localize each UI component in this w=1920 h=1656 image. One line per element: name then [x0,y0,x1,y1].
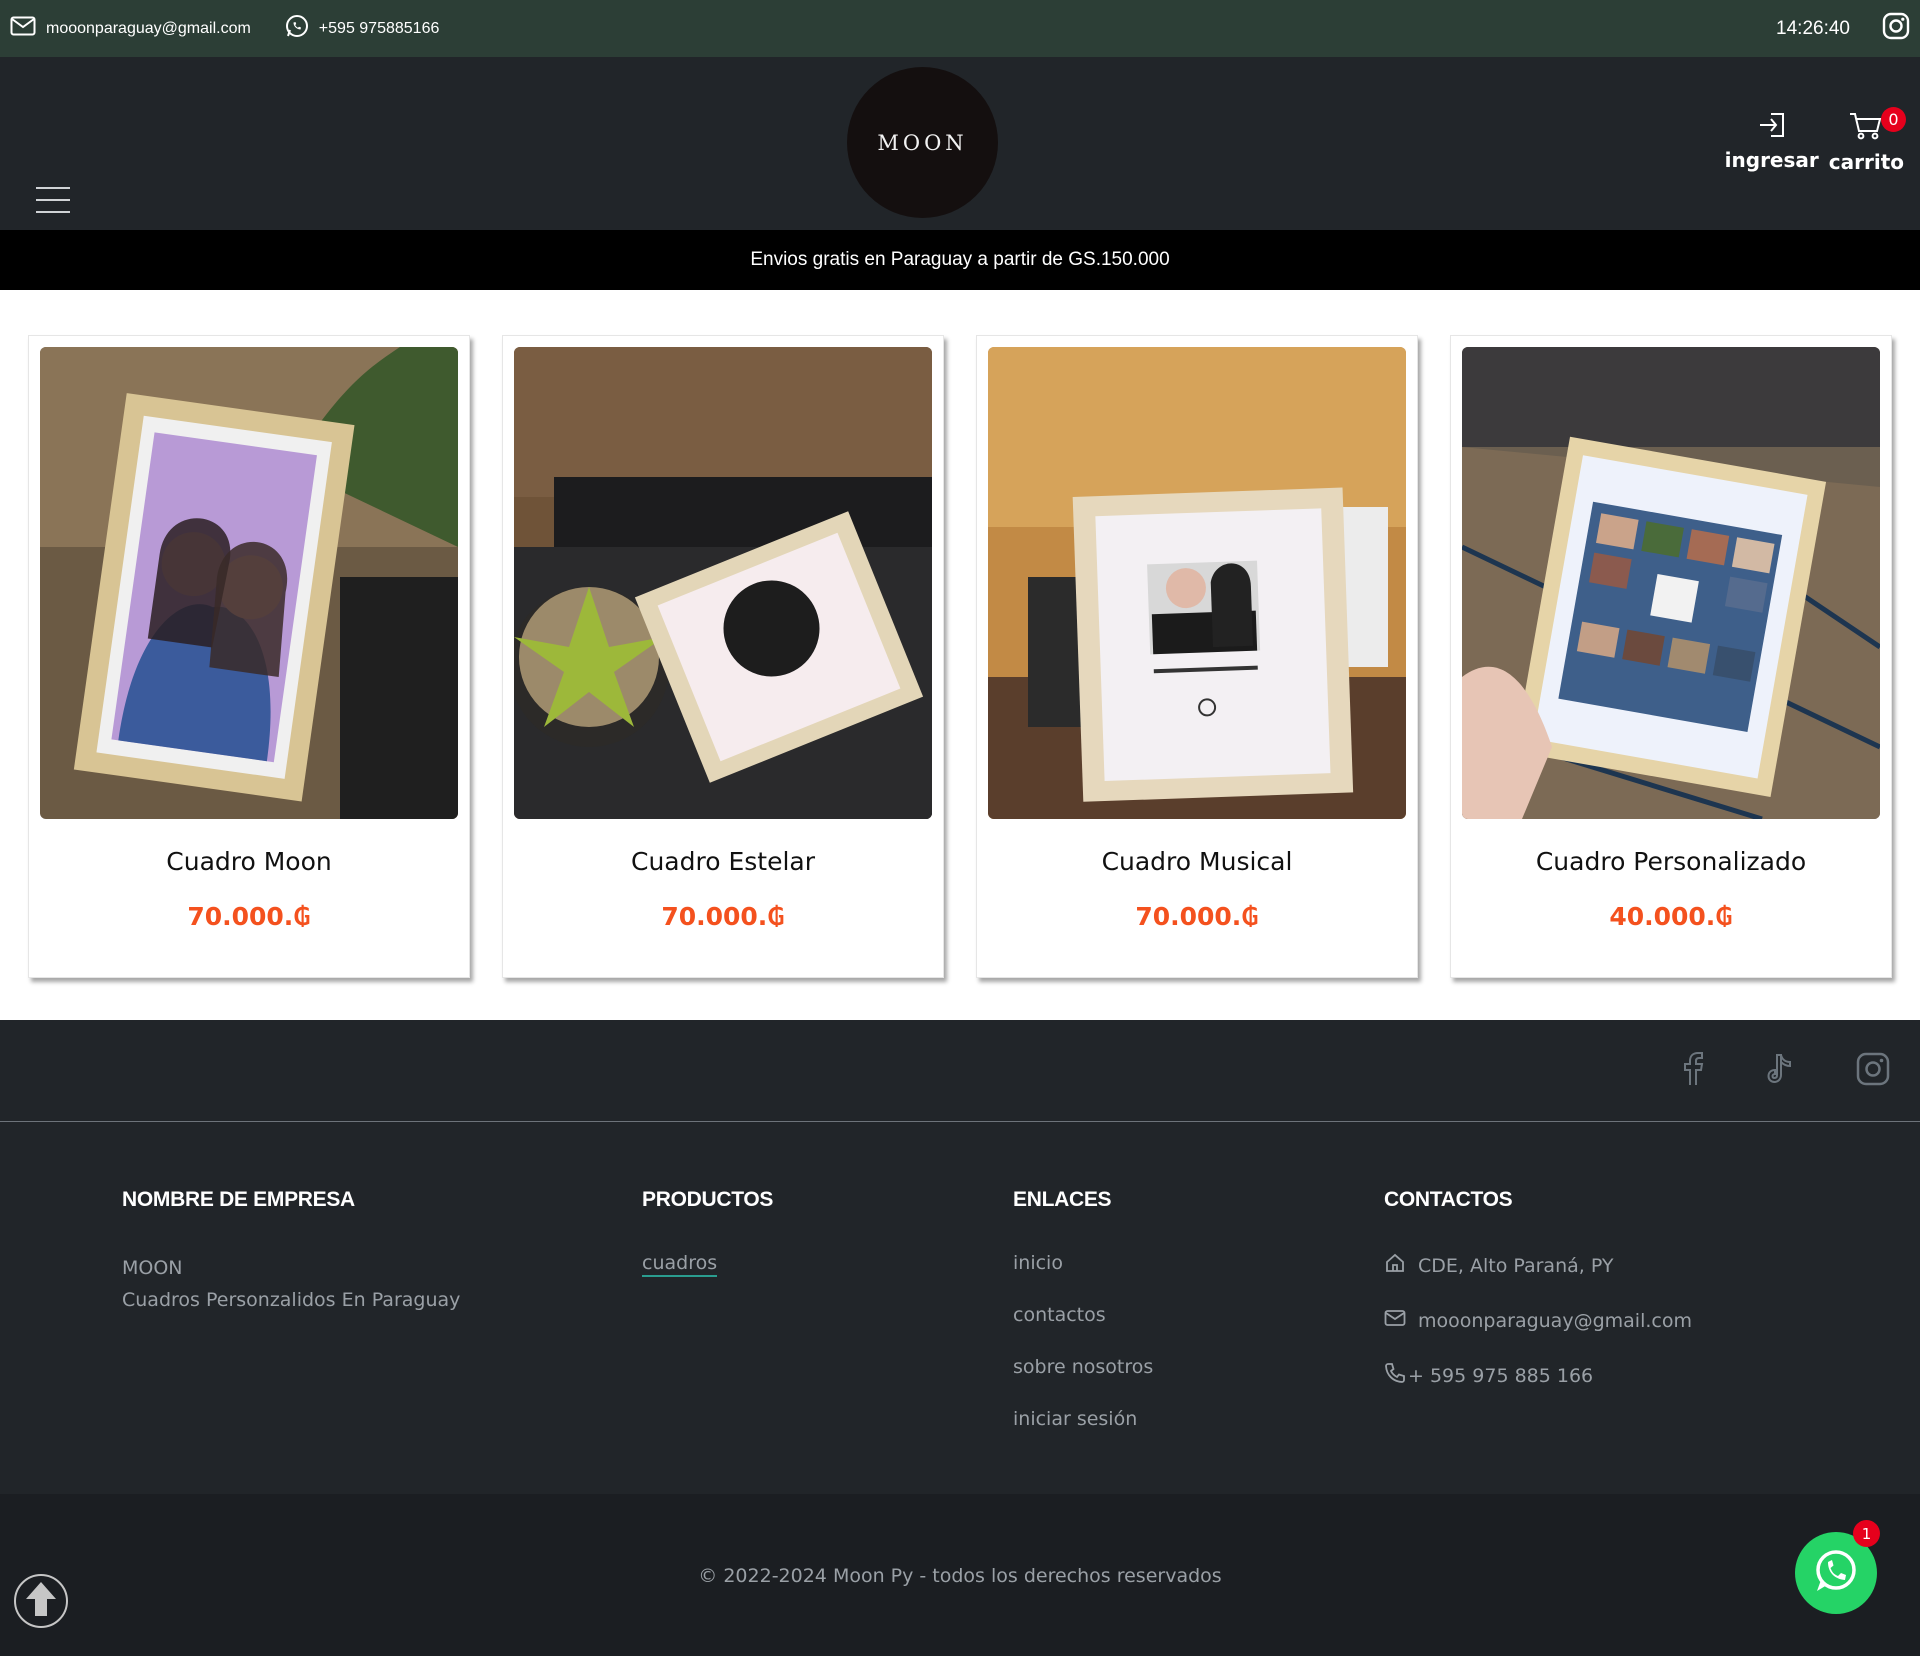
topbar-email-text: mooonparaguay@gmail.com [46,19,251,37]
footer-phone[interactable]: + 595 975 885 166 [1384,1362,1784,1389]
top-bar: mooonparaguay@gmail.com +595 975885166 1… [0,0,1920,57]
whatsapp-icon [285,14,309,43]
login-label: ingresar [1724,148,1819,172]
social-footer [0,1020,1920,1122]
menu-icon[interactable] [36,187,70,223]
clock: 14:26:40 [1776,17,1850,39]
product-card[interactable]: Cuadro Estelar 70.000.₲ [502,335,944,978]
product-card[interactable]: Cuadro Moon 70.000.₲ [28,335,470,978]
footer-links: ENLACES inicio contactos sobre nosotros … [1013,1188,1384,1494]
email-text: mooonparaguay@gmail.com [1418,1309,1692,1332]
login-button[interactable]: ingresar [1725,111,1819,174]
product-card[interactable]: Cuadro Personalizado 40.000.₲ [1450,335,1892,978]
home-icon [1384,1252,1406,1279]
copyright-text: © 2022-2024 Moon Py - todos los derechos… [698,1565,1222,1587]
scroll-to-top-button[interactable] [14,1574,68,1628]
main-footer: NOMBRE DE EMPRESA MOON Cuadros Personzal… [0,1122,1920,1494]
product-name[interactable]: Cuadro Moon [40,847,458,876]
mail-icon [10,16,36,41]
footer-link-sobre-nosotros[interactable]: sobre nosotros [1013,1356,1384,1378]
product-image[interactable] [988,347,1406,819]
product-name[interactable]: Cuadro Estelar [514,847,932,876]
product-name[interactable]: Cuadro Personalizado [1462,847,1880,876]
product-name[interactable]: Cuadro Musical [988,847,1406,876]
company-name: MOON [122,1257,183,1279]
product-image[interactable] [514,347,932,819]
shipping-banner-text: Envios gratis en Paraguay a partir de GS… [750,249,1170,270]
footer-address: CDE, Alto Paraná, PY [1384,1252,1784,1279]
footer-company: NOMBRE DE EMPRESA MOON Cuadros Personzal… [122,1188,642,1494]
arrow-up-icon [23,1579,59,1624]
facebook-icon[interactable] [1682,1051,1704,1090]
footer-heading: CONTACTOS [1384,1188,1513,1211]
header-actions: ingresar carrito 0 [1725,107,1906,174]
logo-text: MOON [877,130,968,155]
footer-email[interactable]: mooonparaguay@gmail.com [1384,1309,1784,1332]
footer-heading: PRODUCTOS [642,1188,774,1211]
footer-link-iniciar-sesion[interactable]: iniciar sesión [1013,1408,1384,1430]
header: MOON ingresar carrito 0 [0,57,1920,230]
whatsapp-badge: 1 [1853,1520,1880,1547]
footer-link-cuadros[interactable]: cuadros [642,1252,718,1277]
whatsapp-chat-button[interactable]: 1 [1795,1520,1880,1614]
product-price: 70.000.₲ [661,902,785,931]
mail-icon [1384,1309,1406,1332]
footer-heading: ENLACES [1013,1188,1112,1211]
cart-icon [1849,111,1883,150]
product-image[interactable] [1462,347,1880,819]
whatsapp-icon [1812,1547,1860,1600]
topbar-phone-text: +595 975885166 [318,19,440,37]
footer-heading: NOMBRE DE EMPRESA [122,1188,355,1211]
topbar-email[interactable]: mooonparaguay@gmail.com [10,16,251,41]
product-grid: Cuadro Moon 70.000.₲ Cuadro Estelar 70.0… [0,290,1920,1020]
phone-text: + 595 975 885 166 [1408,1364,1594,1387]
product-price: 40.000.₲ [1609,902,1733,931]
cart-count-badge: 0 [1881,107,1906,132]
copyright-bar: © 2022-2024 Moon Py - todos los derechos… [0,1494,1920,1656]
instagram-icon[interactable] [1882,12,1910,45]
logo[interactable]: MOON [847,67,998,218]
company-tagline: Cuadros Personzalidos En Paraguay [122,1289,461,1311]
phone-icon [1384,1362,1406,1389]
cart-button[interactable]: carrito 0 [1828,107,1906,174]
product-price: 70.000.₲ [187,902,311,931]
topbar-phone[interactable]: +595 975885166 [285,14,440,43]
footer-products: PRODUCTOS cuadros [642,1188,1013,1494]
footer-link-inicio[interactable]: inicio [1013,1252,1384,1274]
product-price: 70.000.₲ [1135,902,1259,931]
product-card[interactable]: Cuadro Musical 70.000.₲ [976,335,1418,978]
login-icon [1757,111,1787,148]
footer-link-contactos[interactable]: contactos [1013,1304,1384,1326]
cart-label: carrito [1828,150,1904,174]
shipping-banner: Envios gratis en Paraguay a partir de GS… [0,230,1920,290]
instagram-icon[interactable] [1856,1052,1890,1090]
address-text: CDE, Alto Paraná, PY [1418,1254,1614,1277]
product-image[interactable] [40,347,458,819]
tiktok-icon[interactable] [1766,1053,1794,1089]
footer-contacts: CONTACTOS CDE, Alto Paraná, PY mooonpara… [1384,1188,1784,1494]
